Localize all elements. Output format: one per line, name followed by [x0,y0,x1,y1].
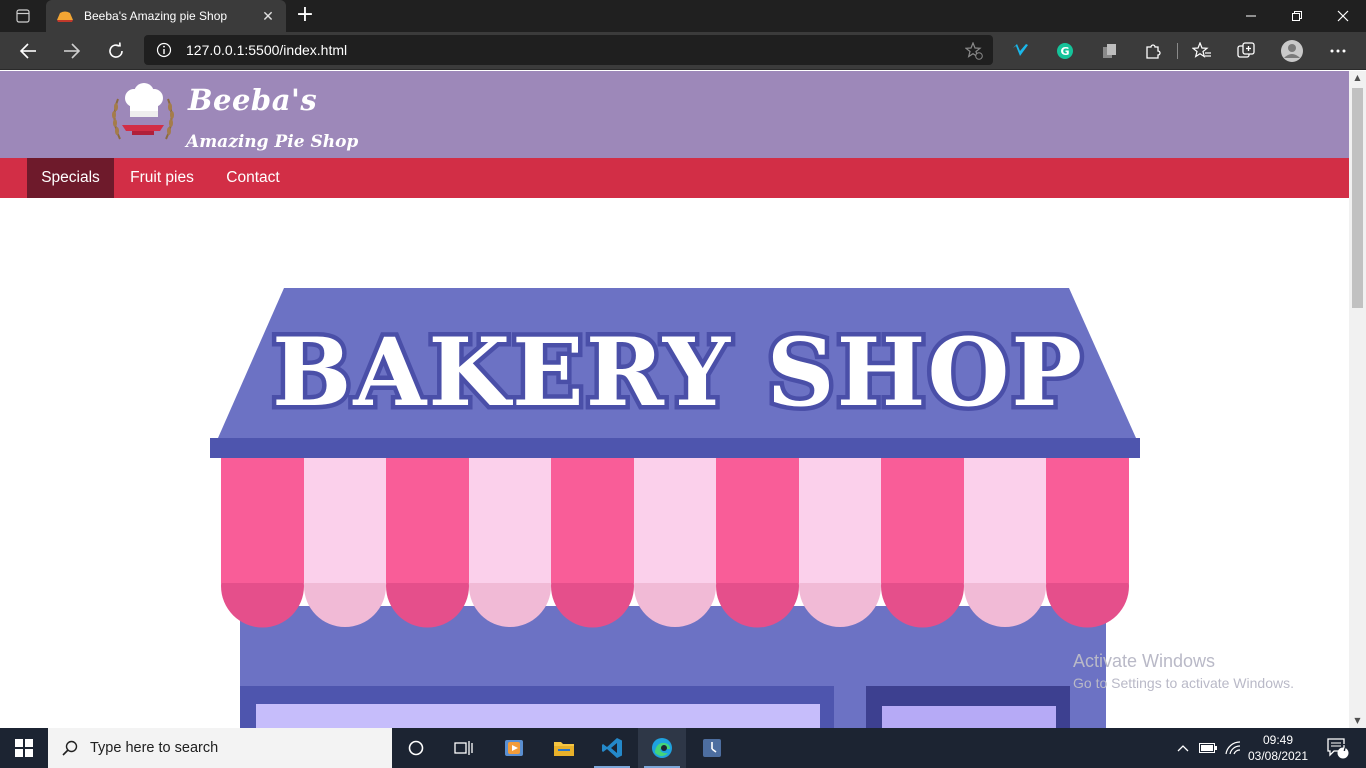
cortana-icon [408,740,424,756]
brand-subtitle: Amazing Pie Shop [186,132,359,152]
back-arrow-icon [19,43,36,59]
profile-icon [1281,40,1303,62]
more-button[interactable] [1322,36,1354,66]
tab-close-icon[interactable]: ✕ [260,8,276,24]
activate-windows-watermark: Activate Windows Go to Settings to activ… [1073,651,1294,691]
windows-taskbar: Type here to search 09:49 03/08/2021 7 [0,728,1366,768]
svg-text:G: G [1060,45,1069,58]
collections-icon [1237,42,1255,58]
task-view-icon [454,741,473,755]
site-info-icon[interactable] [156,42,172,58]
refresh-button[interactable] [100,36,132,66]
refresh-icon [109,42,123,58]
show-hidden-icons-button[interactable] [1172,728,1194,768]
chef-hat-logo-icon[interactable] [108,83,178,145]
url-text[interactable]: 127.0.0.1:5500/index.html [186,42,347,58]
shop-window-left [256,704,820,728]
start-button[interactable] [0,728,48,768]
address-bar[interactable]: 127.0.0.1:5500/index.html [144,35,993,65]
page-viewport: Beeba's Amazing Pie Shop Specials Fruit … [0,71,1349,728]
minimize-icon [1246,15,1256,17]
watermark-subtitle: Go to Settings to activate Windows. [1073,675,1294,691]
nav-fruit-pies[interactable]: Fruit pies [114,158,210,198]
file-explorer-button[interactable] [540,728,588,768]
tab-actions-button[interactable] [0,0,46,32]
taskbar-clock[interactable]: 09:49 03/08/2021 [1244,732,1312,764]
browser-tab-bar: Beeba's Amazing pie Shop ✕ + [0,0,1366,32]
forward-arrow-icon [64,43,81,59]
grammarly-extension-button[interactable]: G [1049,36,1081,66]
clock-time: 09:49 [1262,733,1294,747]
tab-title: Beeba's Amazing pie Shop [84,9,228,23]
edge-button[interactable] [638,728,686,768]
pie-favicon-icon [57,11,73,22]
forward-button[interactable] [56,36,88,66]
folder-icon [554,742,574,756]
extensions-button[interactable] [1137,36,1169,66]
favorites-icon [1192,42,1211,58]
vimeo-extension-button[interactable] [1005,36,1037,66]
toolbar-divider [1177,43,1178,59]
media-player-icon [505,740,523,756]
battery-button[interactable] [1196,728,1220,768]
close-icon [1337,10,1349,22]
browser-tab[interactable]: Beeba's Amazing pie Shop ✕ [46,0,286,32]
profile-button[interactable] [1276,36,1308,66]
shop-sign-text: BAKERY SHOP [272,318,1084,428]
scroll-down-icon[interactable]: ▼ [1349,714,1366,728]
bakery-shop-illustration: BAKERY SHOP [210,288,1140,728]
collections-button[interactable] [1230,36,1262,66]
grammarly-icon: G [1057,43,1073,59]
site-nav: Specials Fruit pies Contact [0,158,1349,198]
cortana-button[interactable] [392,728,440,768]
shop-door-window [882,706,1056,728]
roof-ledge [210,438,1140,458]
scroll-thumb[interactable] [1352,88,1363,308]
site-header: Beeba's Amazing Pie Shop [0,71,1349,158]
browser-toolbar: 127.0.0.1:5500/index.html G [0,32,1366,70]
watermark-title: Activate Windows [1073,651,1216,671]
task-view-button[interactable] [440,728,488,768]
restore-button[interactable] [1274,0,1320,32]
clock-date: 03/08/2021 [1247,749,1309,763]
wifi-icon [1225,741,1241,755]
battery-icon [1199,743,1217,753]
awning [221,458,1129,628]
extension-icon [1103,44,1116,58]
restore-icon [1292,11,1302,21]
search-icon [62,740,78,756]
taskbar-search-box[interactable]: Type here to search [48,728,392,768]
notification-count: 7 [1342,743,1348,754]
close-window-button[interactable] [1320,0,1366,32]
tab-actions-icon [16,9,30,23]
wifi-button[interactable] [1222,728,1244,768]
favorites-button[interactable] [1186,36,1218,66]
back-button[interactable] [12,36,44,66]
search-placeholder: Type here to search [90,740,219,756]
puzzle-icon [1146,44,1161,59]
media-player-button[interactable] [490,728,538,768]
edge-icon [652,738,672,758]
new-tab-button[interactable]: + [292,4,318,28]
more-icon [1330,49,1346,53]
vscode-icon [602,738,622,758]
page-scrollbar[interactable]: ▲ ▼ [1349,71,1366,728]
nav-contact[interactable]: Contact [210,158,296,198]
scroll-up-icon[interactable]: ▲ [1349,71,1366,85]
brand-title: Beeba's [188,83,318,117]
pages-extension-button[interactable] [1093,36,1125,66]
clock-app-button[interactable] [688,728,736,768]
windows-logo-icon [15,739,33,757]
add-favorite-icon[interactable] [965,42,983,60]
nav-specials[interactable]: Specials [27,158,114,198]
minimize-button[interactable] [1228,0,1274,32]
notification-center-button[interactable]: 7 [1318,728,1358,768]
vscode-button[interactable] [588,728,636,768]
chevron-up-icon [1177,745,1189,752]
vimeo-icon [1013,44,1028,56]
clock-app-icon [703,739,721,757]
